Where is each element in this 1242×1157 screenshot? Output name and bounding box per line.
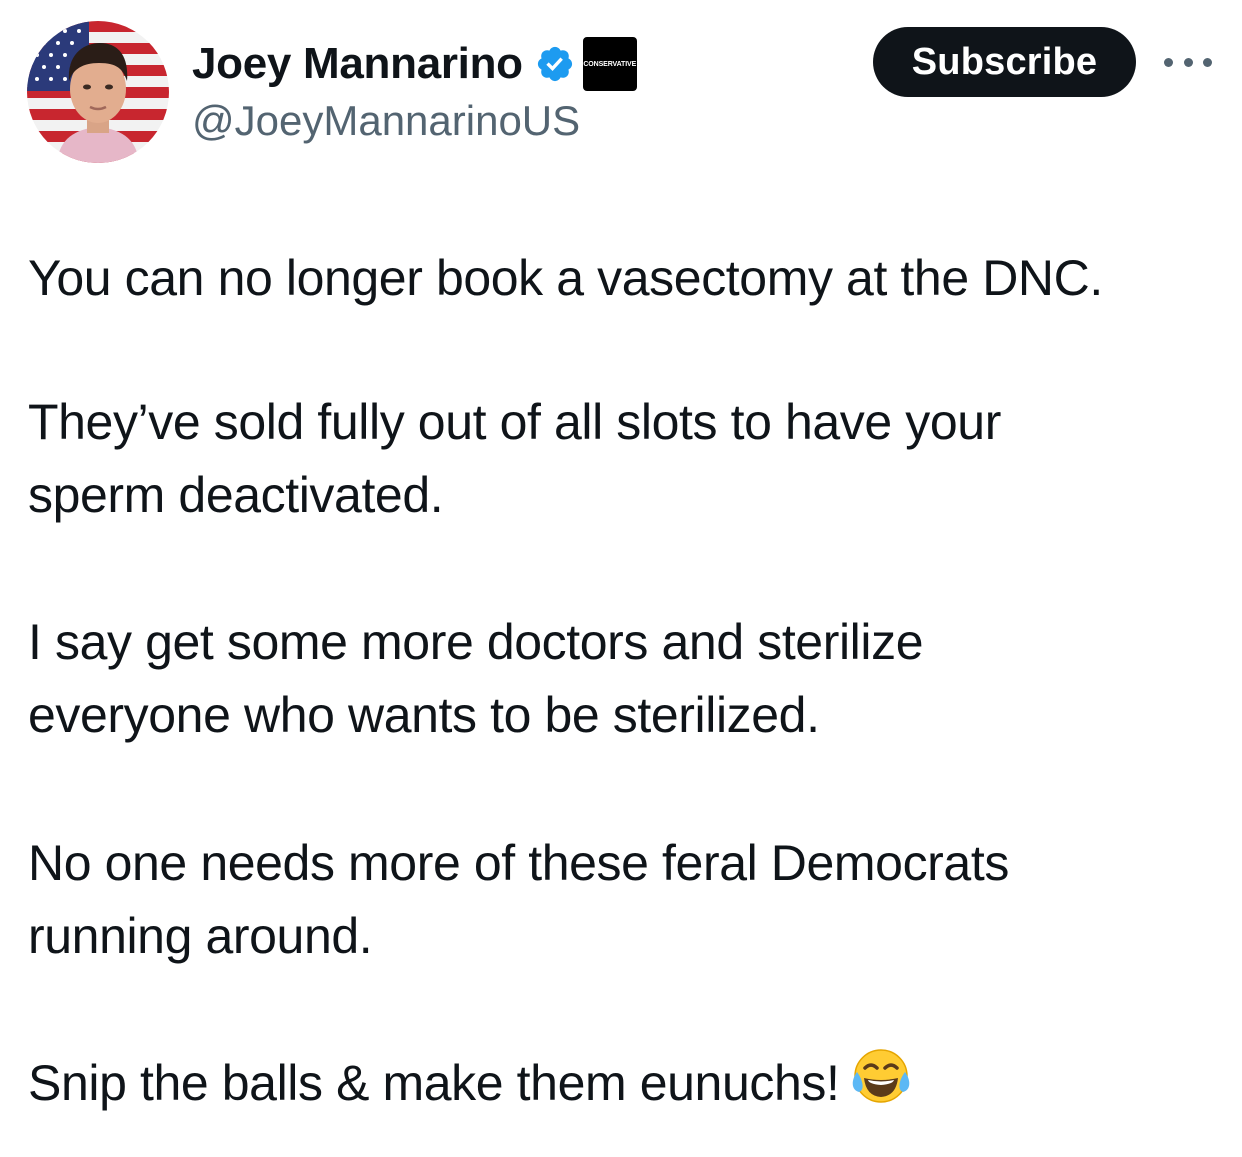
face-with-tears-of-joy-icon — [849, 1046, 913, 1110]
tweet-text-line: everyone who wants to be sterilized. — [28, 687, 820, 743]
author-name-row: Joey Mannarino CONSERVATIVE — [192, 36, 637, 92]
affiliation-badge[interactable]: CONSERVATIVE — [582, 37, 637, 91]
author-display-name[interactable]: Joey Mannarino — [192, 42, 523, 86]
tweet-text-line: running around. — [28, 908, 373, 964]
more-dot — [1164, 57, 1173, 67]
tweet-text-line: Snip the balls & make them eunuchs! — [28, 1055, 840, 1111]
subscribe-button[interactable]: Subscribe — [873, 27, 1136, 97]
tweet-last-line: Snip the balls & make them eunuchs! — [28, 1046, 1218, 1119]
tweet-text-line: They’ve sold fully out of all slots to h… — [28, 394, 1001, 450]
author-handle[interactable]: @JoeyMannarinoUS — [192, 96, 580, 146]
more-dot — [1203, 57, 1212, 67]
tweet-text-line: I say get some more doctors and steriliz… — [28, 614, 924, 670]
more-dot — [1183, 57, 1193, 67]
tweet-text-line: sperm deactivated. — [28, 467, 444, 523]
more-dots-icon[interactable] — [1164, 50, 1212, 74]
verified-check-icon[interactable] — [535, 44, 575, 84]
tweet-text-line: You can no longer book a vasectomy at th… — [28, 250, 1103, 306]
avatar[interactable] — [27, 21, 169, 163]
tweet-card: Joey Mannarino CONSERVATIVE @JoeyMannari… — [0, 0, 1242, 1157]
avatar-image — [27, 21, 169, 163]
affiliation-badge-text: CONSERVATIVE — [583, 60, 637, 68]
tweet-text-line: No one needs more of these feral Democra… — [28, 835, 1009, 891]
